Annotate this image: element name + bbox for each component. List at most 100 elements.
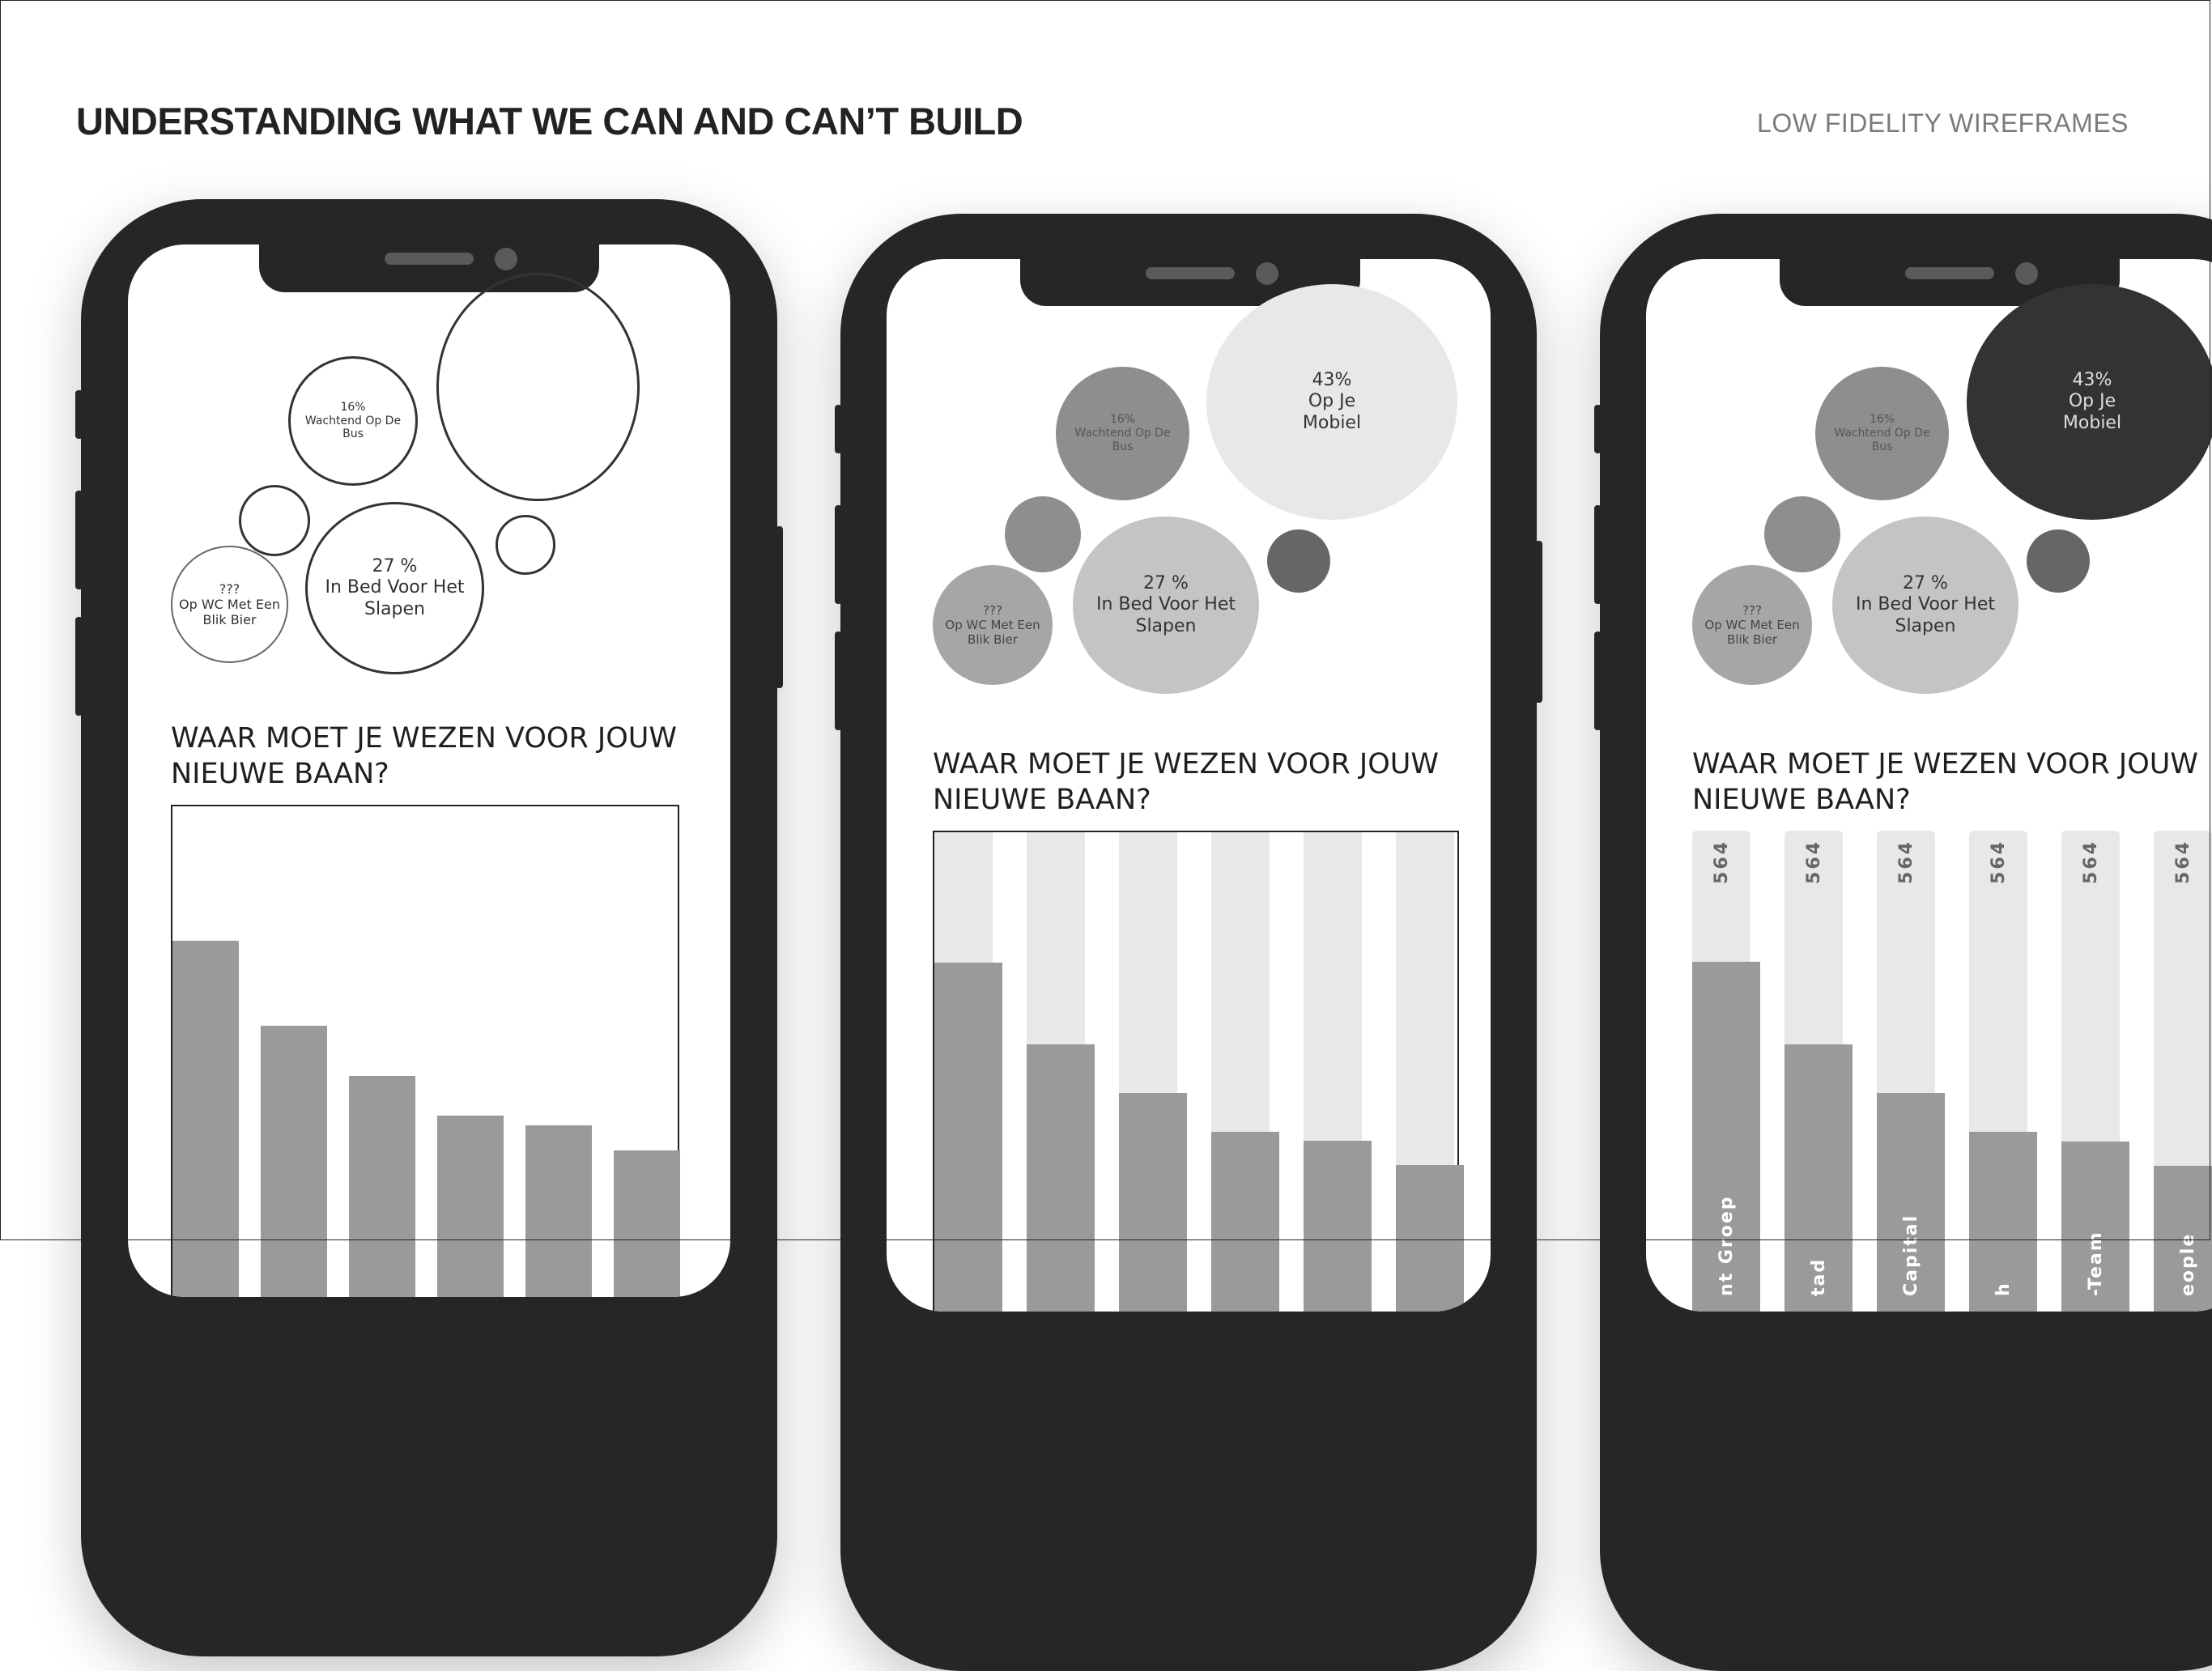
bubble-wc-label-1: Op WC Met Een [178,596,280,612]
speaker-grille [1146,267,1235,279]
bar-chart: 564 nt Groep 564 tad 564 Capital 564 h 564 -Team 5… [1692,831,2212,1312]
chart-heading: WAAR MOET JE WEZEN VOOR JOUW NIEUWE BAAN… [171,721,677,792]
bar-value-label: 564 [2172,840,2193,884]
phone-screen: 43% Op Je Mobiel 16% Wachtend Op De Bus … [887,259,1491,1312]
bubble-bed-pct: 27 % [1903,572,1948,593]
bar [525,1125,592,1297]
bubble-bed-label-2: Slapen [364,598,425,619]
bubble-wc: ??? Op WC Met Een Blik Bier [1692,565,1812,685]
bar [261,1026,327,1297]
bubble-wc: ??? Op WC Met Een Blik Bier [933,565,1053,685]
bubble-wc-label-2: Blik Bier [202,612,257,628]
bar: h [1969,1132,2037,1312]
bubble-mobiel-label-2: Mobiel [2062,412,2122,433]
bar-category-label: -Team [2086,1231,2106,1296]
volume-down-button [835,631,842,730]
bar: nt Groep [1692,962,1760,1312]
chart-heading: WAAR MOET JE WEZEN VOOR JOUW NIEUWE BAAN… [1692,746,2198,818]
bubble-bus: 16% Wachtend Op De Bus [1815,367,1949,500]
bar [437,1116,504,1297]
bubble-wc-pct: ??? [983,603,1002,618]
speaker-grille [385,253,474,265]
bar: Capital [1877,1093,1945,1312]
bubble-mobiel: 43% Op Je Mobiel [1206,284,1457,520]
bubble-small-left [1764,496,1840,572]
bar: eople [2154,1166,2212,1312]
bubble-small-right [1267,529,1330,593]
phone-mockup-outline: 16% Wachtend Op De Bus 27 % In Bed Voor … [75,199,783,1656]
bubble-small-left [239,485,310,556]
bubble-mobiel-pct: 43% [2072,369,2112,390]
chart-heading-line-1: WAAR MOET JE WEZEN VOOR JOUW [1692,748,2199,780]
bubble-bed-label-1: In Bed Voor Het [1095,594,1236,615]
bar [1027,1044,1095,1312]
speaker-grille [1905,267,1994,279]
bubble-bus-label-2: Bus [342,427,364,441]
front-camera [2015,262,2038,285]
mute-switch [75,390,83,439]
bubble-bed-label-2: Slapen [1895,615,1956,636]
bubble-bus-label-2: Bus [1112,440,1134,453]
bar [1211,1132,1279,1312]
bubble-bus-label-2: Bus [1871,440,1893,453]
bar: -Team [2061,1142,2129,1312]
bar-category-label: nt Groep [1716,1195,1737,1296]
mute-switch [835,405,842,453]
bubble-mobiel-label-1: Op Je [2068,391,2116,412]
bubble-bus: 16% Wachtend Op De Bus [288,356,418,486]
chart-heading-line-1: WAAR MOET JE WEZEN VOOR JOUW [933,748,1440,780]
bubble-bed-label-1: In Bed Voor Het [1855,594,1995,615]
bubble-mobiel-pct: 43% [1312,369,1352,390]
bubble-bed: 27 % In Bed Voor Het Slapen [305,502,484,674]
bar [1304,1141,1372,1312]
bubble-bus-label-1: Wachtend Op De [1074,427,1171,440]
bubble-large [436,273,640,501]
bubble-mobiel-label-1: Op Je [1308,391,1356,412]
bubble-wc-pct: ??? [1742,603,1762,618]
bubble-bed-label-2: Slapen [1135,615,1197,636]
bubble-bus-label-1: Wachtend Op De [304,414,402,427]
bar [172,941,239,1297]
slide-title: UNDERSTANDING WHAT WE CAN AND CAN’T BUIL… [76,100,1023,142]
slide-subtitle: LOW FIDELITY WIREFRAMES [1757,108,2129,138]
mute-switch [1594,405,1602,453]
bar [1396,1165,1464,1312]
bubble-bus-pct: 16% [1869,413,1895,427]
phone-mockup-grey: 43% Op Je Mobiel 16% Wachtend Op De Bus … [835,214,1542,1671]
bar-category-label: Capital [1901,1214,1921,1296]
bubble-wc-label-1: Op WC Met Een [945,618,1040,632]
bar-value-label: 564 [1711,840,1732,884]
bar: tad [1784,1044,1853,1312]
bubble-bed: 27 % In Bed Voor Het Slapen [1073,517,1259,694]
bubble-bus: 16% Wachtend Op De Bus [1056,367,1189,500]
chart-heading: WAAR MOET JE WEZEN VOOR JOUW NIEUWE BAAN… [933,746,1439,818]
bubble-mobiel: 43% Op Je Mobiel [1967,284,2212,520]
bubble-mobiel-label-2: Mobiel [1302,412,1362,433]
bubble-bed-pct: 27 % [372,555,418,576]
bubble-bed-pct: 27 % [1143,572,1189,593]
bar-category-label: h [1993,1282,2014,1296]
bar-category-label: eople [2178,1232,2198,1296]
bubble-wc: ??? Op WC Met Een Blik Bier [171,546,288,663]
bar-chart [171,805,680,1297]
bubble-bus-label-1: Wachtend Op De [1834,427,1930,440]
phone-mockup-labelled: 43% Op Je Mobiel 16% Wachtend Op De Bus … [1594,214,2212,1671]
chart-heading-line-1: WAAR MOET JE WEZEN VOOR JOUW [171,722,678,755]
bubble-small-right [496,515,555,575]
bar-value-label: 564 [1895,840,1916,884]
power-button [776,526,783,688]
bubble-wc-label-2: Blik Bier [968,632,1018,647]
bar-chart [933,831,1464,1312]
bar [349,1076,415,1297]
bubble-small-left [1005,496,1081,572]
bar-value-label: 564 [1803,840,1824,884]
volume-up-button [835,505,842,604]
volume-down-button [1594,631,1602,730]
bar [1119,1093,1187,1312]
bar-value-label: 564 [2080,840,2101,884]
volume-up-button [75,491,83,589]
bar [614,1150,680,1297]
phone-screen: 16% Wachtend Op De Bus 27 % In Bed Voor … [128,244,730,1297]
bubble-bed-label-1: In Bed Voor Het [325,577,465,598]
bar-category-label: tad [1809,1257,1829,1296]
